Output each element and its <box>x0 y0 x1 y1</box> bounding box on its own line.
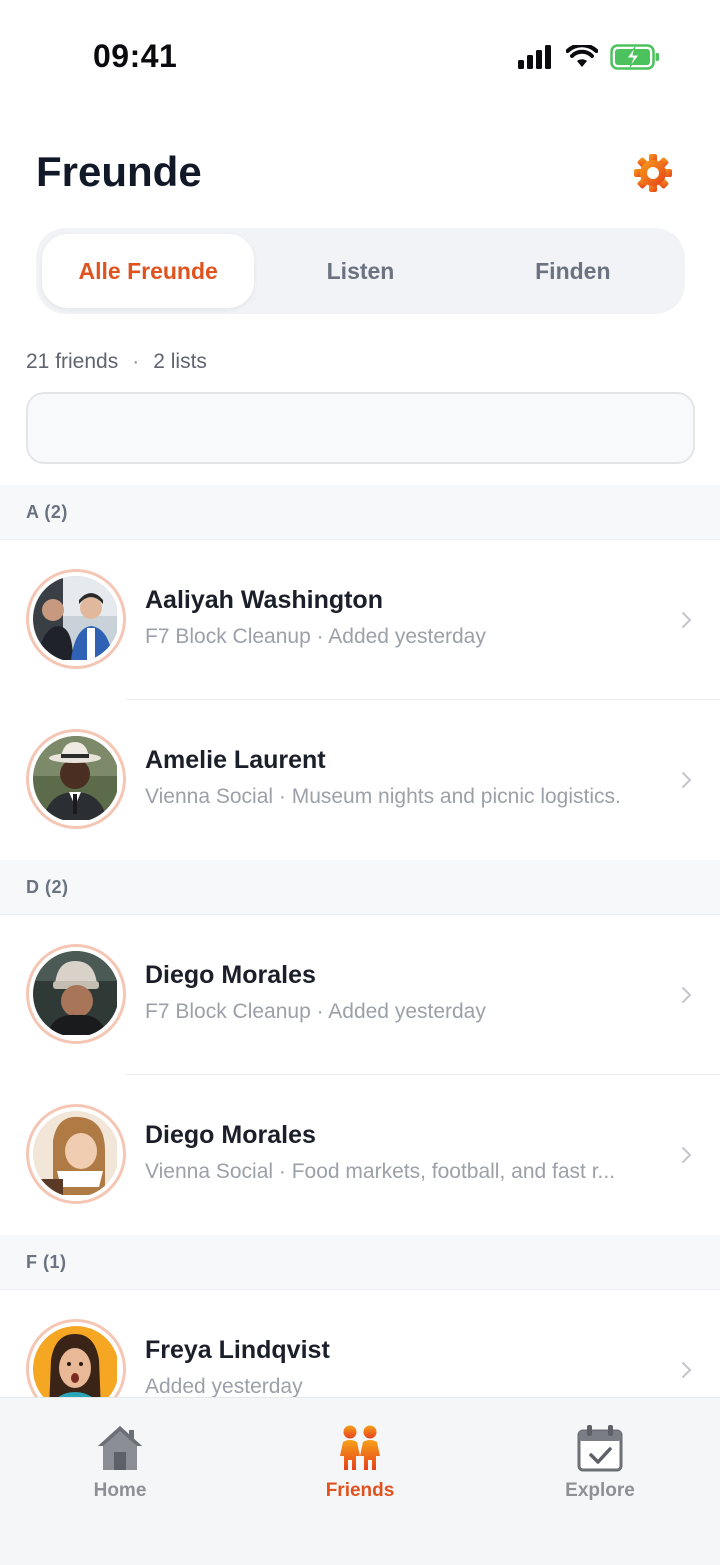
friend-name: Aaliyah Washington <box>145 586 383 614</box>
wifi-icon <box>566 45 598 67</box>
page-title: Freunde <box>36 148 202 195</box>
cellular-signal-icon <box>518 45 551 69</box>
friend-subtitle: Vienna Social · Food markets, football, … <box>145 1160 616 1183</box>
friend-subtitle: Vienna Social · Museum nights and picnic… <box>145 785 621 808</box>
avatar-photo-icon <box>33 736 117 820</box>
tab-friends-label: Friends <box>325 1480 395 1501</box>
friends-list: A (2) Aaliyah Washington F7 Block Cleanu… <box>0 485 720 1450</box>
list-item[interactable]: Diego Morales Vienna Social · Food marke… <box>0 1075 720 1235</box>
tab-home[interactable]: Home <box>0 1398 240 1565</box>
battery-charging-icon <box>610 44 659 70</box>
section-header-a: A (2) <box>0 485 720 540</box>
search-input[interactable] <box>26 392 695 464</box>
list-item[interactable]: Aaliyah Washington F7 Block Cleanup · Ad… <box>0 540 720 700</box>
status-time: 09:41 <box>93 38 178 74</box>
tab-friends[interactable]: Friends <box>240 1398 480 1565</box>
list-item[interactable]: Diego Morales F7 Block Cleanup · Added y… <box>0 915 720 1075</box>
avatar <box>26 944 126 1044</box>
house-icon <box>98 1426 142 1470</box>
avatar <box>26 729 126 829</box>
friend-name: Amelie Laurent <box>145 746 326 774</box>
chevron-right-icon <box>682 612 692 628</box>
gear-icon <box>634 154 672 192</box>
settings-button[interactable] <box>630 150 676 196</box>
tab-explore[interactable]: Explore <box>480 1398 720 1565</box>
calendar-check-icon <box>577 1425 623 1472</box>
section-header-f: F (1) <box>0 1235 720 1290</box>
tab-lists[interactable]: Listen <box>254 234 466 308</box>
friends-summary: 21 friends · 2 lists <box>26 350 207 374</box>
bottom-tab-bar: Home Friends Explore <box>0 1397 720 1565</box>
avatar <box>26 1104 126 1204</box>
section-header-d: D (2) <box>0 860 720 915</box>
chevron-right-icon <box>682 772 692 788</box>
friend-name: Freya Lindqvist <box>145 1336 330 1364</box>
tab-find[interactable]: Finden <box>467 234 679 308</box>
summary-separator: · <box>132 350 140 373</box>
list-item[interactable]: Amelie Laurent Vienna Social · Museum ni… <box>0 700 720 860</box>
friends-count: 21 friends <box>26 350 119 373</box>
people-icon <box>340 1425 380 1470</box>
friend-subtitle: Added yesterday <box>145 1375 303 1398</box>
avatar <box>26 569 126 669</box>
avatar-photo-icon <box>33 576 117 660</box>
status-icons <box>518 44 660 70</box>
friend-name: Diego Morales <box>145 1121 316 1149</box>
avatar-photo-icon <box>33 951 117 1035</box>
segmented-control: Alle Freunde Listen Finden <box>36 228 685 314</box>
lists-count: 2 lists <box>153 350 207 373</box>
chevron-right-icon <box>682 1362 692 1378</box>
friend-name: Diego Morales <box>145 961 316 989</box>
tab-explore-label: Explore <box>565 1480 635 1501</box>
avatar-photo-icon <box>33 1111 117 1195</box>
chevron-right-icon <box>682 987 692 1003</box>
status-bar: 09:41 <box>0 0 720 110</box>
tab-home-label: Home <box>93 1480 147 1501</box>
chevron-right-icon <box>682 1147 692 1163</box>
friend-subtitle: F7 Block Cleanup · Added yesterday <box>145 625 486 648</box>
tab-all-friends[interactable]: Alle Freunde <box>42 234 255 308</box>
friend-subtitle: F7 Block Cleanup · Added yesterday <box>145 1000 486 1023</box>
